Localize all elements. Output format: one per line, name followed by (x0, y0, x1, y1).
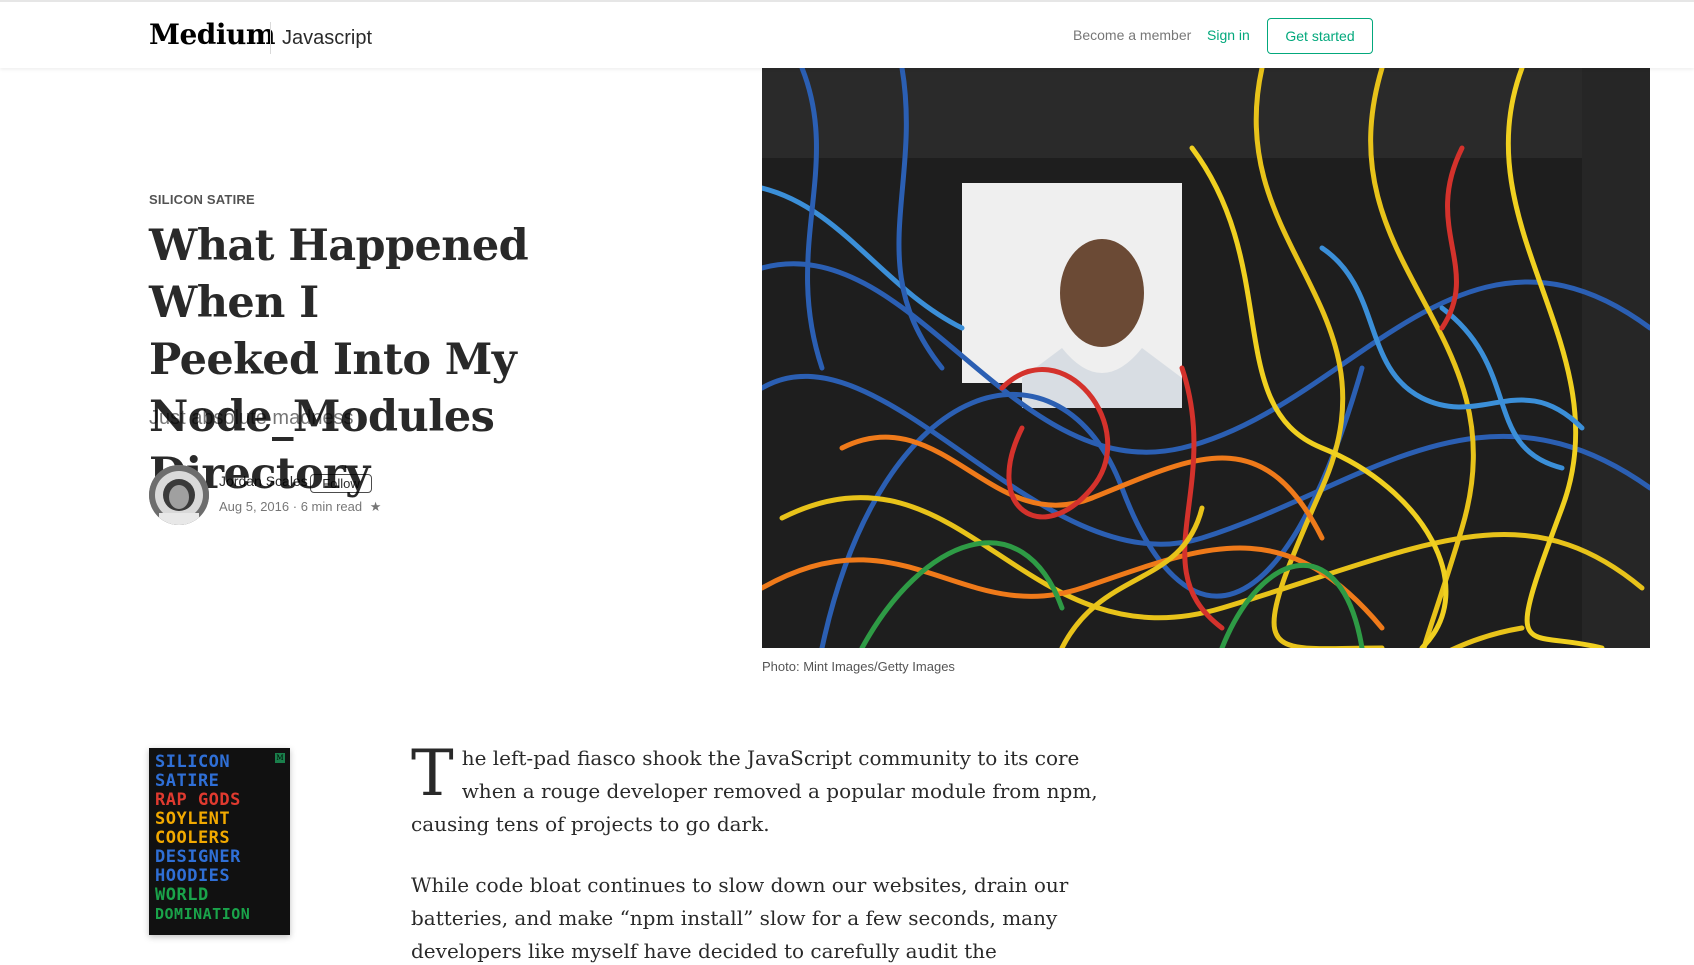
site-header: Medium Javascript Become a member Sign i… (0, 2, 1694, 68)
author-name[interactable]: Jordan Scales (219, 473, 308, 489)
become-member-link[interactable]: Become a member (1073, 27, 1191, 43)
medium-logo[interactable]: Medium (149, 18, 276, 51)
series-cover-line: SOYLENT (155, 809, 231, 829)
series-cover-line: SILICON (155, 752, 231, 772)
title-line: What Happened When I (149, 221, 529, 328)
series-cover-line: RAP GODS (155, 790, 241, 810)
sign-in-link[interactable]: Sign in (1207, 27, 1250, 43)
hero-image (762, 68, 1650, 648)
image-caption: Photo: Mint Images/Getty Images (762, 659, 955, 674)
read-time: 6 min read (300, 499, 363, 514)
paragraph-text: he left-pad fiasco shook the JavaScript … (411, 746, 1098, 836)
series-cover-line: COOLERS (155, 828, 231, 848)
title-line: Peeked Into My (149, 335, 517, 385)
article-subtitle: Just absolute madness (149, 407, 354, 429)
publication-section-link[interactable]: Javascript (282, 27, 372, 50)
follow-button[interactable]: Follow (310, 474, 372, 493)
member-star-icon: ★ (369, 499, 382, 514)
article-meta: Aug 5, 2016 · 6 min read ★ (219, 499, 381, 515)
body-paragraph: While code bloat continues to slow down … (411, 873, 1069, 963)
header-divider (270, 22, 271, 54)
get-started-button[interactable]: Get started (1267, 18, 1373, 54)
series-cover-line: DESIGNER (155, 847, 241, 867)
publish-date: Aug 5, 2016 (219, 499, 290, 514)
meta-separator: · (292, 499, 301, 514)
series-cover-line: HOODIES (155, 866, 231, 886)
article-title: What Happened When I Peeked Into My Node… (149, 218, 669, 503)
article-body: The left-pad fiasco shook the JavaScript… (411, 742, 1111, 965)
series-cover-thumbnail[interactable]: M SILICON SATIRE RAP GODS SOYLENT COOLER… (149, 748, 290, 935)
author-avatar[interactable] (149, 465, 209, 525)
article-kicker[interactable]: SILICON SATIRE (149, 192, 255, 207)
series-cover-line: WORLD (155, 885, 209, 905)
body-paragraph: The left-pad fiasco shook the JavaScript… (411, 742, 1111, 841)
drop-cap: T (411, 737, 454, 811)
series-cover-line: SATIRE (155, 771, 220, 791)
series-cover-line: DOMINATION (155, 905, 251, 923)
medium-badge-icon: M (275, 753, 285, 763)
